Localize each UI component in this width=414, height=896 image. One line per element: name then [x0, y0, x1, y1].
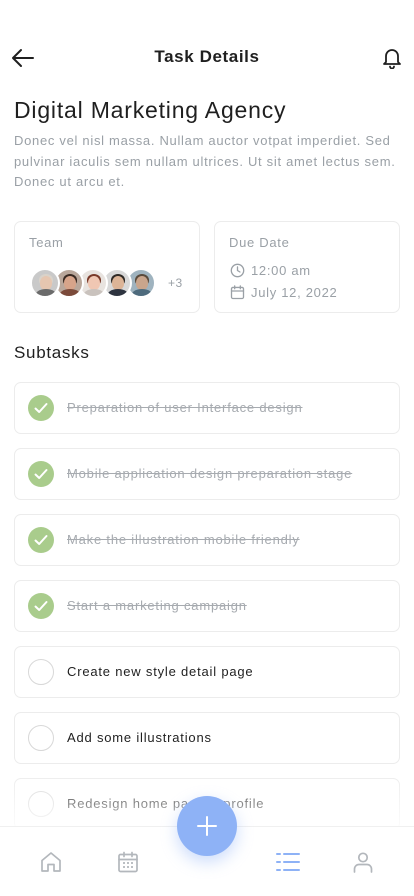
checkbox-empty-icon[interactable] [28, 659, 54, 685]
subtask-label: Redesign home page & profile [67, 796, 265, 811]
avatar[interactable] [30, 268, 60, 298]
subtask-item[interactable]: Add some illustrations [14, 712, 400, 764]
notification-button[interactable] [380, 44, 404, 72]
team-card[interactable]: Team +3 [14, 221, 200, 313]
task-details-screen: Task Details Digital Marketing Agency Do… [0, 0, 414, 896]
subtask-label: Preparation of user Interface design [67, 400, 303, 415]
due-date-label: Due Date [229, 235, 290, 250]
subtask-item[interactable]: Preparation of user Interface design [14, 382, 400, 434]
team-more-count[interactable]: +3 [168, 276, 183, 290]
checkbox-checked-icon[interactable] [28, 527, 54, 553]
subtask-label: Make the illustration mobile friendly [67, 532, 300, 547]
tab-profile[interactable] [350, 849, 376, 875]
subtask-list: Preparation of user Interface design Mobi… [14, 382, 400, 844]
checkbox-empty-icon[interactable] [28, 725, 54, 751]
tab-home[interactable] [38, 849, 64, 875]
page-title: Task Details [154, 47, 260, 66]
project-description: Donec vel nisl massa. Nullam auctor votp… [14, 133, 396, 189]
checkbox-empty-icon[interactable] [28, 791, 54, 817]
header: Task Details [0, 38, 414, 78]
subtask-item[interactable]: Make the illustration mobile friendly [14, 514, 400, 566]
due-date-row: July 12, 2022 [229, 284, 337, 300]
calendar-icon [118, 851, 138, 873]
due-date: July 12, 2022 [251, 284, 338, 300]
plus-icon [197, 816, 217, 836]
user-icon [353, 852, 373, 873]
team-label: Team [29, 235, 64, 250]
team-avatars[interactable]: +3 [30, 267, 183, 299]
add-task-button[interactable] [177, 796, 237, 856]
tab-tasks[interactable] [275, 849, 301, 875]
subtask-label: Create new style detail page [67, 664, 254, 679]
due-time-row: 12:00 am [229, 262, 311, 278]
checkbox-checked-icon[interactable] [28, 461, 54, 487]
subtask-item[interactable]: Start a marketing campaign [14, 580, 400, 632]
subtasks-title: Subtasks [14, 343, 90, 362]
tab-calendar[interactable] [115, 849, 141, 875]
subtask-label: Mobile application design preparation st… [67, 466, 353, 481]
clock-icon [229, 262, 245, 278]
subtask-label: Add some illustrations [67, 730, 212, 745]
checkbox-checked-icon[interactable] [28, 593, 54, 619]
due-time: 12:00 am [251, 262, 311, 278]
home-icon [41, 852, 61, 872]
subtask-item[interactable]: Create new style detail page [14, 646, 400, 698]
subtask-label: Start a marketing campaign [67, 598, 247, 613]
project-title: Digital Marketing Agency [14, 97, 287, 123]
bell-icon [383, 49, 401, 69]
checkbox-checked-icon[interactable] [28, 395, 54, 421]
due-date-card[interactable]: Due Date 12:00 am July 12, 2022 [214, 221, 400, 313]
list-icon [276, 853, 300, 871]
calendar-icon [229, 284, 245, 300]
subtask-item[interactable]: Mobile application design preparation st… [14, 448, 400, 500]
